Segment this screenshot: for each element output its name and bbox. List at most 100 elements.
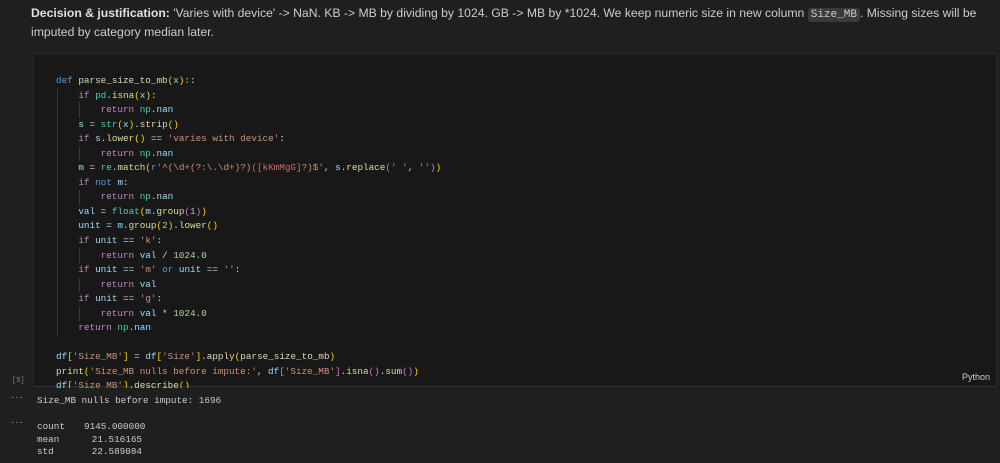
code-token: if — [78, 176, 90, 188]
code-token: == — [201, 264, 224, 276]
code-token: nan — [156, 191, 174, 203]
code-token: nan — [134, 322, 151, 334]
code-line: return np.nan — [56, 146, 441, 162]
describe-value: 21.516165 — [91, 433, 142, 445]
code-token: strip — [139, 118, 168, 130]
code-token: unit — [95, 264, 118, 276]
code-token: if — [78, 293, 90, 305]
code-line: if unit == 'g': — [56, 292, 441, 307]
code-token: () — [167, 118, 179, 130]
code-token: lower — [106, 133, 135, 145]
code-line: if not m: — [56, 175, 441, 191]
indent-guide — [57, 277, 58, 293]
code-line: def parse_size_to_mb(x):: — [56, 74, 441, 89]
inline-code: Size_MB — [807, 8, 860, 22]
code-token: val — [78, 205, 96, 217]
code-token: 'k' — [139, 235, 157, 247]
code-token: '' — [223, 264, 235, 276]
code-token: match — [117, 162, 146, 174]
code-token: 'Size_MB' — [72, 351, 123, 363]
cell-output: ··· Size_MB nulls before impute: 1696 ··… — [0, 388, 1000, 463]
code-token: , — [407, 162, 419, 174]
code-token: * — [156, 307, 174, 319]
code-line: unit = m.group(2).lower() — [56, 219, 441, 235]
describe-label: mean — [37, 433, 60, 445]
code-token: df — [145, 351, 157, 363]
code-token: sum — [385, 365, 403, 377]
indent-guide — [79, 306, 81, 322]
code-token: if — [78, 264, 90, 276]
code-token: ): — [178, 75, 190, 86]
indent-guide — [57, 117, 58, 133]
code-token: ) — [329, 351, 336, 363]
code-token: : — [234, 264, 241, 276]
indent-guide — [57, 292, 58, 307]
code-token: replace — [346, 162, 386, 174]
indent-guide — [57, 263, 58, 278]
code-token: () — [368, 365, 380, 377]
code-token: '' — [418, 162, 431, 174]
code-line: print('Size_MB nulls before impute:', df… — [56, 365, 441, 380]
code-token: == — [117, 264, 140, 276]
describe-label: std — [37, 446, 54, 457]
indent-guide — [57, 161, 58, 176]
code-token: re — [100, 162, 112, 174]
code-token: apply — [206, 351, 235, 363]
code-token: parse_size_to_mb — [240, 351, 330, 363]
describe-label: count — [37, 421, 65, 432]
code-token: unit — [78, 220, 101, 232]
code-token: == — [117, 293, 140, 305]
code-token: np — [117, 322, 129, 334]
code-line: return val / 1024.0 — [56, 248, 441, 264]
indent-guide — [57, 190, 58, 205]
code-token: str — [100, 118, 118, 130]
code-token: 'm' — [139, 264, 157, 276]
code-token: isna — [111, 89, 135, 101]
code-token: : — [123, 176, 129, 188]
code-token: 'varies with device' — [167, 133, 280, 145]
code-token: return — [100, 307, 135, 319]
code-token: float — [111, 205, 140, 217]
code-token: 1024.0 — [173, 249, 207, 261]
output-menu-icon[interactable]: ··· — [11, 417, 24, 428]
code-editor[interactable]: def parse_size_to_mb(x):: if pd.isna(x):… — [56, 74, 441, 394]
code-token: , — [323, 162, 336, 174]
justification-heading: Decision & justification: — [31, 6, 170, 20]
execution-count: [5] — [12, 377, 25, 385]
code-cell[interactable]: def parse_size_to_mb(x):: if pd.isna(x):… — [33, 53, 997, 391]
code-token: def — [56, 75, 73, 86]
code-token: () — [206, 220, 218, 232]
code-token: return — [100, 278, 135, 290]
code-token: == — [145, 133, 168, 145]
code-token: == — [117, 235, 140, 247]
code-token: = — [95, 205, 112, 217]
indent-guide — [57, 132, 58, 147]
language-label[interactable]: Python — [962, 372, 990, 382]
code-token: ) — [435, 162, 442, 174]
output-menu-icon[interactable]: ··· — [11, 392, 24, 403]
indent-guide — [57, 146, 58, 162]
code-token: ([kKmMgG] — [251, 162, 302, 174]
code-token: 1024.0 — [173, 307, 207, 319]
indent-guide — [57, 204, 58, 220]
code-token: return — [100, 191, 135, 203]
code-line: df['Size_MB'] = df['Size'].apply(parse_s… — [56, 350, 441, 365]
code-token: : — [156, 293, 163, 305]
code-token: ) — [413, 365, 419, 377]
code-token: ?)$' — [301, 162, 324, 174]
code-token: or — [162, 264, 174, 276]
code-token: np — [139, 147, 151, 159]
describe-value: 22.589084 — [91, 446, 142, 457]
code-token: ) — [201, 205, 207, 217]
code-line: if pd.isna(x): — [56, 88, 441, 104]
code-token: np — [139, 191, 151, 203]
code-token: 'g' — [139, 293, 157, 305]
indent-guide — [79, 277, 81, 293]
code-token: parse_size_to_mb — [78, 75, 168, 86]
indent-guide — [57, 321, 58, 336]
code-token: nan — [156, 104, 174, 116]
code-token: return — [100, 147, 135, 159]
indent-guide — [79, 190, 81, 205]
indent-guide — [57, 88, 58, 104]
stdout-line: Size_MB nulls before impute: 1696 — [37, 395, 222, 406]
